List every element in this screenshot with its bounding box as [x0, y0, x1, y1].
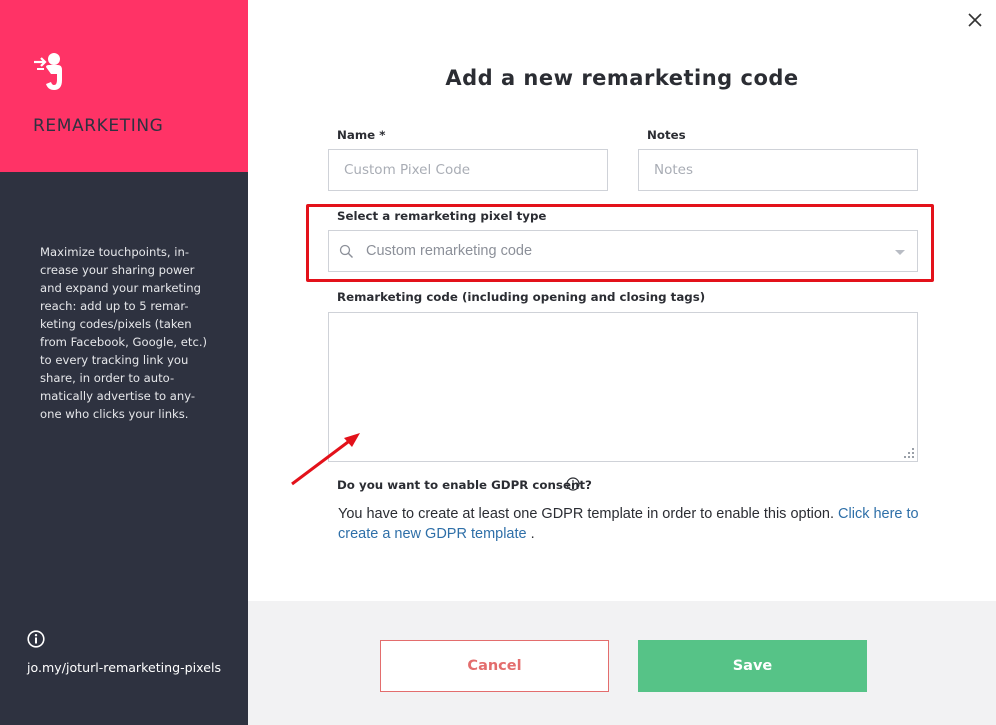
info-icon: [27, 630, 45, 648]
notes-label: Notes: [647, 128, 686, 142]
close-icon[interactable]: [966, 11, 984, 29]
gdpr-label: Do you want to enable GDPR consent?: [337, 478, 592, 492]
name-input[interactable]: [328, 149, 608, 191]
cancel-button[interactable]: Cancel: [380, 640, 609, 692]
code-label: Remarketing code (including opening and …: [337, 290, 706, 304]
sidebar-header: REMARKETING: [0, 0, 248, 172]
pixel-type-label: Select a remarketing pixel type: [337, 209, 547, 223]
page-title: Add a new remarketing code: [445, 66, 799, 90]
sidebar-title: REMARKETING: [33, 116, 164, 136]
remarketing-person-icon: [34, 53, 62, 90]
info-icon[interactable]: [566, 477, 580, 491]
pixel-type-select[interactable]: Custom remarketing code: [328, 230, 918, 272]
pixel-type-value: Custom remarketing code: [366, 243, 533, 259]
resize-handle-icon[interactable]: [903, 447, 915, 459]
sidebar-description: Maximize touchpoints, in-crease your sha…: [40, 245, 208, 421]
name-label: Name *: [337, 128, 386, 142]
chevron-down-icon: [895, 250, 905, 255]
dialog-footer: [248, 601, 996, 725]
search-icon: [339, 244, 353, 258]
notes-input[interactable]: [638, 149, 918, 191]
help-link[interactable]: jo.my/joturl-remarketing-pixels: [27, 660, 221, 675]
gdpr-message: You have to create at least one GDPR tem…: [338, 504, 928, 544]
save-button[interactable]: Save: [638, 640, 867, 692]
code-textarea[interactable]: [328, 312, 918, 462]
gdpr-message-text: You have to create at least one GDPR tem…: [338, 506, 834, 522]
sidebar: REMARKETING Maximize touchpoints, in-cre…: [0, 0, 248, 725]
gdpr-message-suffix: .: [530, 526, 535, 542]
